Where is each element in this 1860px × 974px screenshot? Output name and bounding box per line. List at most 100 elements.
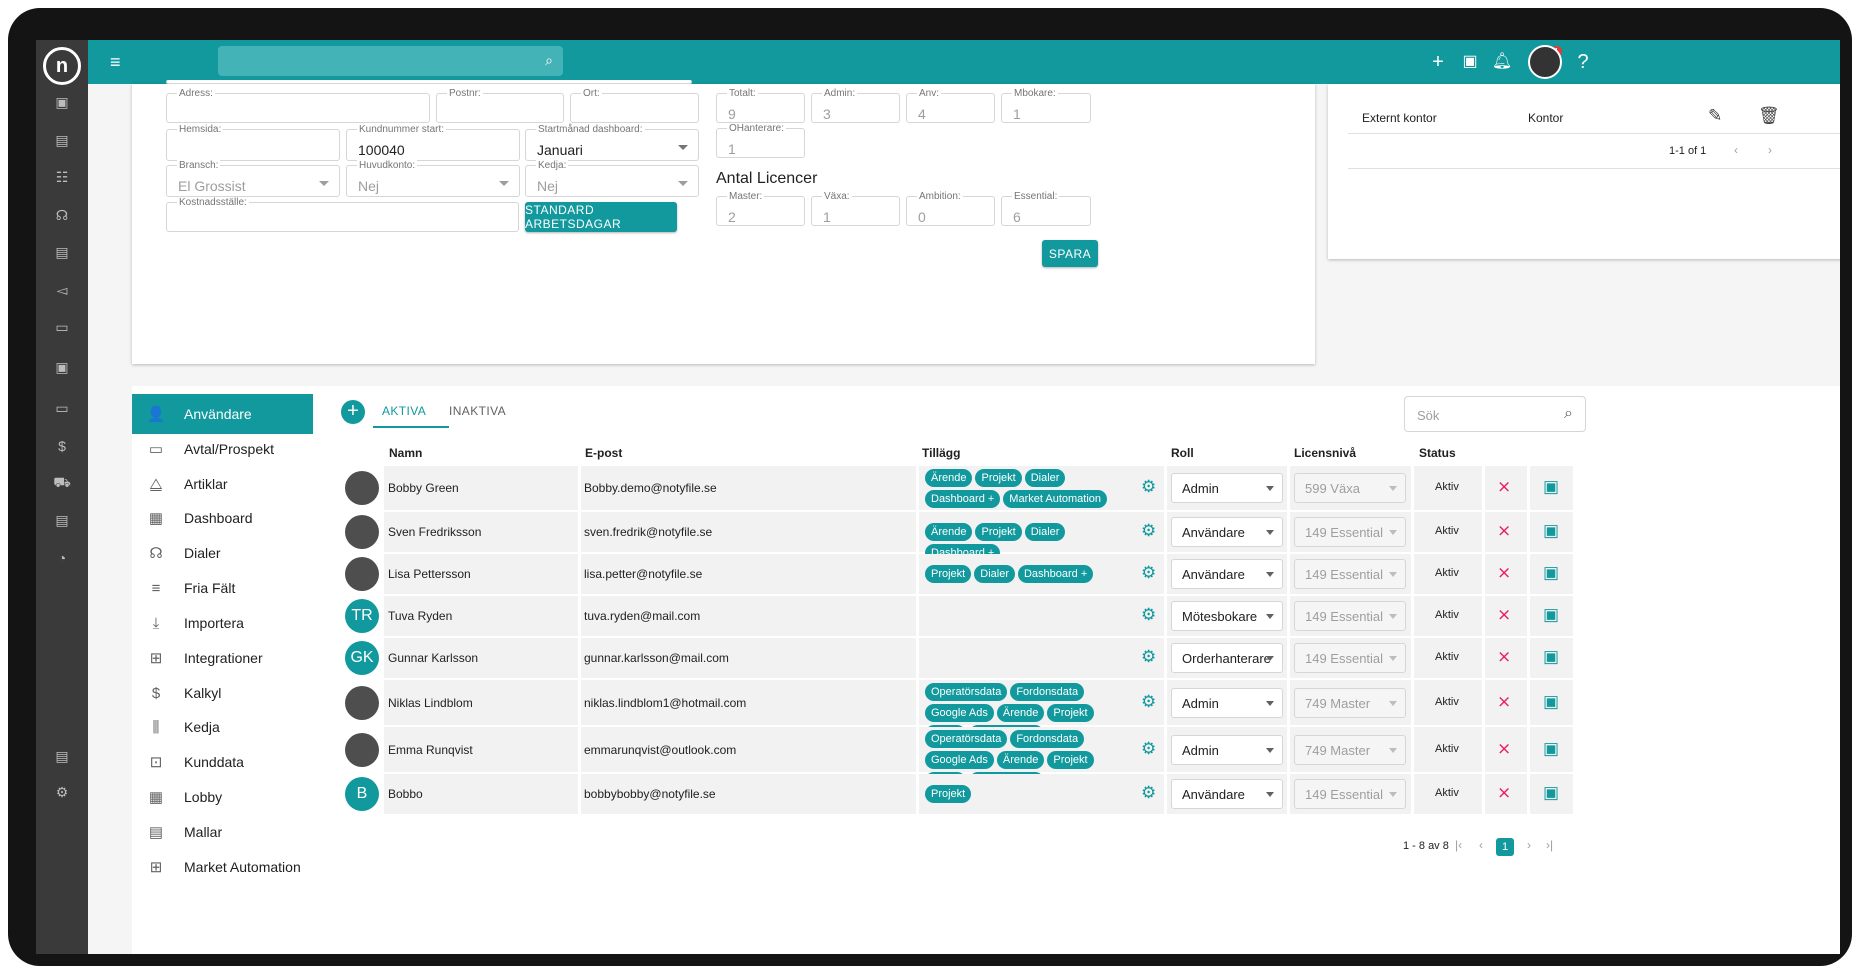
startmanad-select[interactable]: Startmånad dashboard: Januari [525,124,699,161]
contact-card-icon[interactable]: ▣ [1543,783,1559,803]
addon-chip[interactable]: Projekt [925,785,972,803]
user-search-input[interactable]: Sök ⌕ [1404,396,1586,432]
addon-chip[interactable]: Projekt [975,523,1022,541]
headset-icon[interactable]: ☊ [50,205,74,225]
avatar[interactable] [345,471,379,505]
addon-chip[interactable]: Ärende [996,704,1045,722]
addon-chip[interactable]: Operatörsdata [925,683,1008,701]
avatar[interactable] [345,515,379,549]
avatar[interactable]: GK [345,641,379,675]
addon-chip[interactable]: Dialer [1024,523,1066,541]
sidebar-item-lobby[interactable]: ▦ Lobby [132,777,313,817]
deactivate-user-icon[interactable]: ⨯ [1497,477,1511,497]
contact-card-icon[interactable]: ▣ [1543,563,1559,583]
settings-icon[interactable]: ⚙ [1141,521,1156,541]
deactivate-user-icon[interactable]: ⨯ [1497,605,1511,625]
deactivate-user-icon[interactable]: ⨯ [1497,692,1511,712]
search-icon[interactable]: ⌕ [545,52,553,69]
addon-chip[interactable]: Fordonsdata [1010,730,1085,748]
settings-icon[interactable]: ⚙ [1141,477,1156,497]
calendar-icon[interactable]: ▣ [50,92,74,112]
document-add-icon[interactable]: ▤ [50,130,74,150]
role-select[interactable]: Admin [1171,687,1283,718]
avatar[interactable] [345,557,379,591]
addon-chip[interactable]: Operatörsdata [925,730,1008,748]
ort-field[interactable]: Ort: [570,88,699,123]
addon-chip[interactable]: Dialer [974,565,1015,583]
settings-icon[interactable]: ⚙ [50,782,74,802]
addon-chip[interactable]: Projekt [1047,751,1094,769]
addon-chip[interactable]: Google Ads [925,751,994,769]
table-icon[interactable]: ☷ [50,167,74,187]
deactivate-user-icon[interactable]: ⨯ [1497,521,1511,541]
last-page-icon[interactable]: ›| [1546,838,1553,852]
addon-chip[interactable]: Projekt [925,565,972,583]
clipboard-icon[interactable]: ▤ [50,510,74,530]
addon-chip[interactable]: Google Ads [925,704,994,722]
role-select[interactable]: Admin [1171,473,1283,503]
first-page-icon[interactable]: |‹ [1455,838,1462,852]
licence-select[interactable]: 149 Essential [1294,517,1406,547]
deactivate-user-icon[interactable]: ⨯ [1497,563,1511,583]
addon-chip[interactable]: Dashboard + [1017,565,1094,583]
megaphone-icon[interactable]: ◅ [50,280,74,300]
sidebar-item-market-automation[interactable]: ⊞ Market Automation [132,847,313,887]
deactivate-user-icon[interactable]: ⨯ [1497,647,1511,667]
tab-inaktiva[interactable]: INAKTIVA [449,404,506,418]
role-select[interactable]: Orderhanterare [1171,643,1283,673]
sidebar-item-kedja[interactable]: ⫼ Kedja [132,707,313,747]
postnr-field[interactable]: Postnr: [436,88,564,123]
kundnummer-field[interactable]: Kundnummer start: 100040 [346,124,520,161]
contact-card-icon[interactable]: ▣ [1543,521,1559,541]
event-icon[interactable]: ▣ [50,357,74,377]
licence-select[interactable]: 749 Master [1294,687,1406,718]
avatar[interactable] [345,685,379,720]
settings-icon[interactable]: ⚙ [1141,605,1156,625]
spara-button[interactable]: SPARA [1042,240,1098,267]
calendar-icon[interactable]: ▣ [1458,50,1482,74]
avatar[interactable]: B [345,777,379,811]
avatar[interactable]: TR [345,599,379,633]
licence-select[interactable]: 149 Essential [1294,779,1406,809]
avatar[interactable] [345,732,379,767]
sidebar-item-mallar[interactable]: ▤ Mallar [132,812,313,852]
folders-icon[interactable]: ▭ [50,398,74,418]
help-icon[interactable]: ? [1571,50,1595,74]
adress-field[interactable]: Adress: [166,88,430,123]
sidebar-item-fria-fält[interactable]: ≡ Fria Fält [132,568,313,608]
sidebar-item-användare[interactable]: 👤 Användare [132,394,313,434]
support-icon[interactable]: ◔ [50,548,74,568]
kedja-select[interactable]: Kedja: Nej [525,160,699,197]
contact-icon[interactable]: ▭ [50,317,74,337]
role-select[interactable]: Användare [1171,779,1283,809]
sidebar-item-dashboard[interactable]: ▦ Dashboard [132,498,313,538]
tab-aktiva[interactable]: AKTIVA [382,404,426,418]
contact-card-icon[interactable]: ▣ [1543,477,1559,497]
huvudkonto-select[interactable]: Huvudkonto: Nej [346,160,520,197]
role-select[interactable]: Användare [1171,559,1283,589]
contact-card-icon[interactable]: ▣ [1543,739,1559,759]
addon-chip[interactable]: Fordonsdata [1010,683,1085,701]
bell-icon[interactable]: 🔔︎ [1490,50,1514,74]
addon-chip[interactable]: Dialer [1024,469,1066,487]
addon-chip[interactable]: Projekt [975,469,1022,487]
chevron-right-icon[interactable]: › [1527,838,1531,852]
licence-select[interactable]: 149 Essential [1294,559,1406,589]
dollar-icon[interactable]: $ [50,436,74,456]
app-logo-icon[interactable]: n [43,47,81,85]
deactivate-user-icon[interactable]: ⨯ [1497,783,1511,803]
addon-chip[interactable]: Projekt [1047,704,1094,722]
file-icon[interactable]: ▤ [50,746,74,766]
sidebar-item-kunddata[interactable]: ⊡ Kunddata [132,742,313,782]
profile-avatar[interactable] [1528,45,1562,79]
contact-card-icon[interactable]: ▣ [1543,605,1559,625]
sidebar-item-dialer[interactable]: ☊ Dialer [132,533,313,573]
kostnadsstalle-field[interactable]: Kostnadsställe: [166,197,519,232]
chevron-left-icon[interactable]: ‹ [1734,143,1738,157]
sidebar-item-importera[interactable]: ⤓ Importera [132,603,313,643]
licence-select[interactable]: 749 Master [1294,734,1406,765]
role-select[interactable]: Användare [1171,517,1283,547]
settings-icon[interactable]: ⚙ [1141,739,1156,759]
licence-select[interactable]: 149 Essential [1294,643,1406,673]
global-search-input[interactable]: ⌕ [218,46,563,76]
